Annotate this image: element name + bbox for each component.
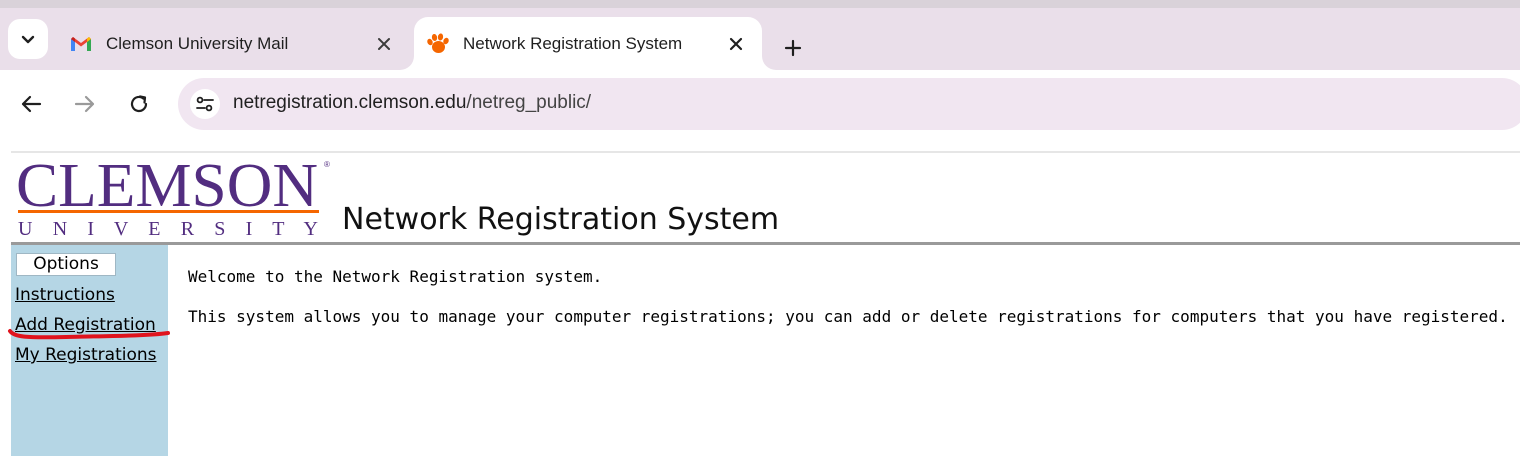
- logo-orange-rule: [18, 210, 319, 213]
- new-tab-button[interactable]: [780, 35, 806, 61]
- tab-clemson-mail[interactable]: Clemson University Mail: [55, 17, 410, 70]
- tab-title: Network Registration System: [463, 33, 683, 53]
- web-page: CLEMSON ® U N I V E R S I T Y Network Re…: [0, 138, 1520, 456]
- plus-icon: [784, 39, 802, 57]
- tab-network-registration[interactable]: Network Registration System: [414, 17, 762, 70]
- arrow-right-icon: [74, 95, 95, 113]
- logo-registered-mark: ®: [324, 160, 330, 169]
- header-divider: [11, 242, 1520, 245]
- tab-search-button[interactable]: [8, 19, 48, 59]
- description-text: This system allows you to manage your co…: [188, 307, 1508, 326]
- forward-button[interactable]: [70, 89, 100, 119]
- options-sidebar: Options Instructions Add Registration My…: [11, 245, 168, 456]
- page-title: Network Registration System: [342, 202, 780, 237]
- close-tab-icon[interactable]: [724, 32, 748, 56]
- logo-subtitle: U N I V E R S I T Y: [18, 218, 318, 239]
- reload-button[interactable]: [124, 89, 154, 119]
- close-tab-icon[interactable]: [372, 32, 396, 56]
- options-header: Options: [16, 253, 116, 276]
- page-top-border: [11, 151, 1520, 153]
- back-button[interactable]: [16, 89, 46, 119]
- site-info-button[interactable]: [190, 89, 220, 119]
- reload-icon: [130, 95, 148, 113]
- arrow-left-icon: [21, 95, 42, 113]
- sidebar-link-instructions[interactable]: Instructions: [15, 285, 115, 305]
- chevron-down-icon: [21, 35, 35, 44]
- clemson-university-logo: CLEMSON ® U N I V E R S I T Y: [16, 157, 330, 239]
- red-underline-annotation: [8, 329, 170, 340]
- welcome-text: Welcome to the Network Registration syst…: [188, 267, 603, 286]
- address-bar[interactable]: netregistration.clemson.edu/netreg_publi…: [178, 78, 1520, 130]
- gmail-icon: [69, 32, 93, 56]
- url-host: netregistration.clemson.edu: [233, 92, 467, 113]
- tab-strip: Clemson University Mail Network Registra…: [0, 0, 1520, 70]
- tiger-paw-icon: [426, 32, 450, 56]
- browser-toolbar: netregistration.clemson.edu/netreg_publi…: [0, 70, 1520, 138]
- sidebar-link-my-registrations[interactable]: My Registrations: [15, 345, 157, 365]
- url-text[interactable]: netregistration.clemson.edu/netreg_publi…: [233, 92, 591, 114]
- url-path: /netreg_public/: [466, 92, 592, 113]
- tune-icon: [196, 96, 214, 112]
- tab-title: Clemson University Mail: [106, 33, 289, 53]
